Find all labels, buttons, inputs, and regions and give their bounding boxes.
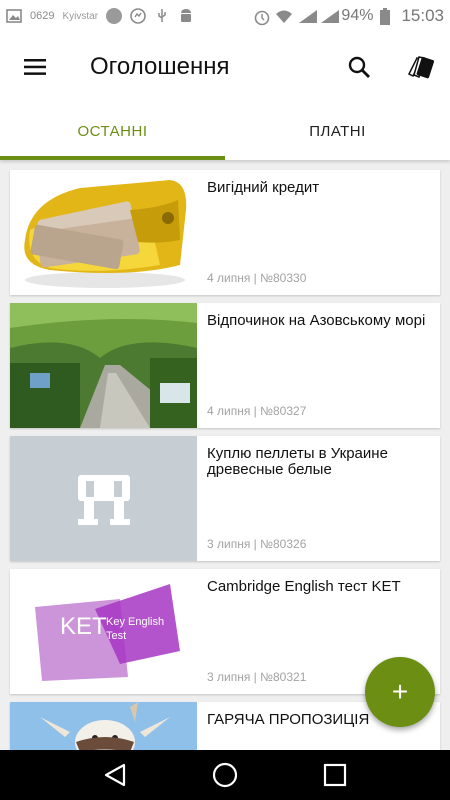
usb-icon [154,8,170,24]
home-circle-icon [212,762,238,788]
tab-paid[interactable]: ПЛАТНІ [225,102,450,160]
alarm-icon [253,8,270,26]
listing-meta: 3 липня | №80321 [207,670,307,684]
listing-title: Cambridge English тест KET [207,578,401,595]
ket-key-english-text: Key English [106,616,164,628]
android-icon [178,8,194,24]
listing-meta: 4 липня | №80330 [207,271,307,285]
signal-icon [297,8,318,24]
home-button[interactable] [205,755,245,795]
billboard-placeholder-icon [77,474,130,525]
listing-image-garden [10,303,197,428]
categories-button[interactable] [398,44,444,90]
hamburger-menu-icon [24,59,46,75]
circle-notification-icon [106,8,123,24]
listing-title: Вигідний кредит [207,179,320,196]
ket-test-text: Test [106,630,126,642]
listing-title: Куплю пеллеты в Украине древесные белые [207,445,388,478]
tab-latest[interactable]: ОСТАННІ [0,102,225,160]
listing-card[interactable]: Куплю пеллеты в Украине древесные белые … [10,436,440,561]
carrier-text: Kyivstar [62,10,99,22]
image-notification-icon [6,8,22,24]
page-title: Оголошення [90,53,230,80]
back-button[interactable] [95,755,135,795]
search-button[interactable] [336,44,382,90]
messenger-icon [130,8,146,24]
listing-meta: 4 липня | №80327 [207,404,307,418]
listing-title: Відпочинок на Азовському морі [207,312,426,329]
app-bar: Оголошення [0,32,450,102]
search-icon [348,56,370,78]
listing-image-wallet [10,170,197,295]
battery-icon [379,8,395,25]
ket-logo-text: KET [60,613,107,640]
clock-text: 15:03 [401,6,444,25]
back-triangle-icon [104,763,126,787]
system-navigation-bar [0,750,450,800]
battery-text: 94% [341,7,374,24]
listing-card[interactable]: Відпочинок на Азовському морі 4 липня | … [10,303,440,428]
menu-button[interactable] [0,32,70,102]
status-bar: 0629 Kyivstar 94% 15:03 [0,0,450,32]
listing-image-ket: KET Key English Test [10,569,197,694]
wifi-icon [275,8,293,24]
recents-button[interactable] [315,755,355,795]
status-left-text: 0629 [30,10,55,22]
signal-icon-2 [319,8,340,24]
tab-bar: ОСТАННІ ПЛАТНІ [0,102,450,160]
recents-square-icon [323,763,347,787]
add-listing-button[interactable]: + [365,657,435,727]
listing-image-placeholder [10,436,197,561]
listing-meta: 3 липня | №80326 [207,537,307,551]
plus-icon: + [391,676,409,707]
listing-card[interactable]: Вигідний кредит 4 липня | №80330 [10,170,440,295]
cards-icon [407,56,435,79]
